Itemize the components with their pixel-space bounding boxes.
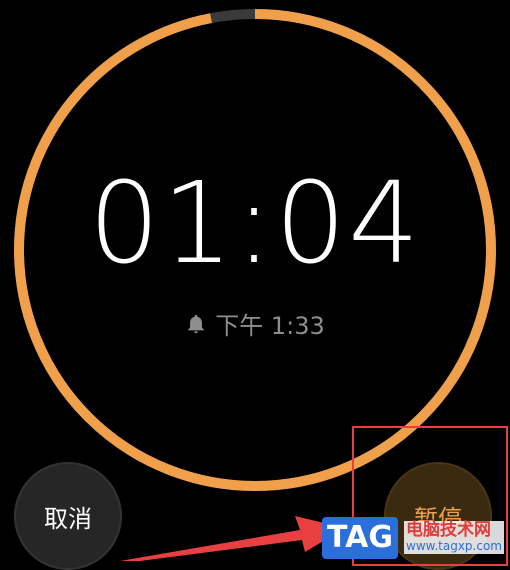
cancel-button-label: 取消 — [44, 504, 92, 533]
alarm-time-row: 下午 1:33 — [0, 306, 510, 341]
watermark-title: 电脑技术网 — [404, 520, 504, 541]
bell-icon — [188, 314, 205, 333]
alarm-time-label: 下午 1:33 — [215, 312, 325, 340]
watermark-text: 电脑技术网 www.tagxp.com — [398, 520, 504, 555]
watermark-badge: TAG — [322, 516, 398, 559]
cancel-button[interactable]: 取消 — [14, 462, 122, 570]
site-watermark: TAG 电脑技术网 www.tagxp.com — [322, 514, 510, 561]
remaining-time: 01:04 — [88, 159, 422, 289]
watermark-url: www.tagxp.com — [404, 539, 504, 555]
